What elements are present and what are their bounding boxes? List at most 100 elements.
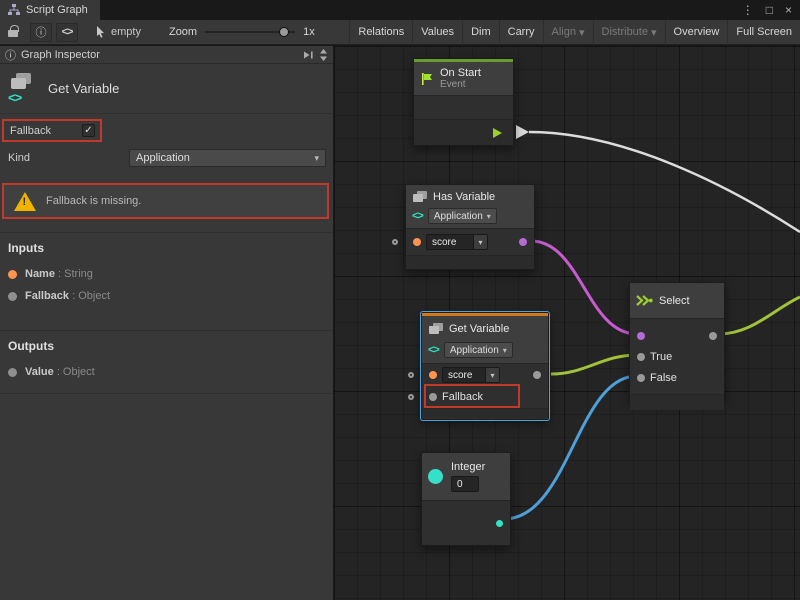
control-wire[interactable] bbox=[529, 132, 800, 232]
object-port-icon bbox=[8, 292, 17, 301]
string-port[interactable] bbox=[413, 238, 421, 246]
carry-button[interactable]: Carry bbox=[499, 20, 543, 45]
false-port-label: False bbox=[650, 372, 677, 384]
wire-start-arrow-icon bbox=[516, 125, 529, 139]
chevron-down-icon: ▾ bbox=[478, 238, 482, 247]
node-title: Select bbox=[659, 295, 690, 307]
node-integer[interactable]: Integer 0 bbox=[421, 452, 511, 546]
fallback-option-row: Fallback ✓ bbox=[2, 119, 102, 142]
info-icon: ⓘ bbox=[5, 47, 16, 63]
graph-canvas[interactable]: On Start Event Has Variable <> bbox=[334, 46, 800, 600]
true-port[interactable] bbox=[637, 353, 645, 361]
output-row-value: Value : Object bbox=[8, 361, 325, 383]
node-title: Has Variable bbox=[433, 191, 495, 203]
inspector-toggle-button[interactable]: ⓘ bbox=[30, 23, 52, 42]
kind-dropdown[interactable]: Application ▾ bbox=[129, 149, 326, 167]
false-port[interactable] bbox=[637, 374, 645, 382]
values-button[interactable]: Values bbox=[412, 20, 462, 45]
dim-button[interactable]: Dim bbox=[462, 20, 499, 45]
distribute-button: Distribute▾ bbox=[593, 20, 665, 45]
variable-name-dropdown[interactable]: ▾ bbox=[474, 234, 488, 250]
zoom-slider-handle[interactable] bbox=[279, 27, 289, 37]
graph-inspector-title: Graph Inspector bbox=[21, 49, 100, 61]
flow-output-port[interactable] bbox=[493, 128, 502, 138]
chevron-down-icon: ▾ bbox=[651, 26, 657, 39]
kind-value: Application bbox=[136, 152, 190, 164]
script-graph-icon bbox=[8, 4, 20, 16]
variable-kind-dropdown[interactable]: Application ▾ bbox=[428, 208, 497, 224]
zoom-slider[interactable] bbox=[205, 31, 295, 33]
warning-text: Fallback is missing. bbox=[46, 195, 141, 207]
true-port-label: True bbox=[650, 351, 672, 363]
maximize-icon[interactable]: □ bbox=[766, 3, 773, 17]
unconnected-fallback-port[interactable] bbox=[408, 394, 414, 400]
unconnected-input-port[interactable] bbox=[408, 372, 414, 378]
integer-icon bbox=[428, 469, 443, 484]
integer-value-field[interactable]: 0 bbox=[451, 476, 479, 492]
lock-icon[interactable] bbox=[8, 30, 18, 37]
inspected-unit-title: Get Variable bbox=[48, 81, 119, 96]
graph-toolbar: ⓘ <> empty Zoom 1x Relations Values Dim … bbox=[0, 20, 800, 45]
variable-name-dropdown[interactable]: ▾ bbox=[486, 367, 500, 383]
overview-button[interactable]: Overview bbox=[665, 20, 728, 45]
outputs-title: Outputs bbox=[8, 339, 325, 353]
condition-port[interactable] bbox=[637, 332, 645, 340]
variable-name-field[interactable]: score bbox=[442, 367, 486, 383]
fallback-port-label: Fallback bbox=[442, 391, 483, 403]
titlebar: Script Graph ⋮ □ × bbox=[0, 0, 800, 20]
selection-output-port[interactable] bbox=[709, 332, 717, 340]
get-variable-icon: <> bbox=[8, 73, 36, 105]
flag-icon bbox=[420, 72, 434, 86]
variable-name-field[interactable]: score bbox=[426, 234, 474, 250]
align-button: Align▾ bbox=[543, 20, 593, 45]
close-icon[interactable]: × bbox=[785, 3, 792, 17]
tab-script-graph[interactable]: Script Graph bbox=[0, 0, 100, 20]
code-icon: <> bbox=[412, 210, 423, 222]
variables-icon bbox=[412, 191, 428, 204]
inputs-title: Inputs bbox=[8, 241, 325, 255]
int-output-port[interactable] bbox=[496, 520, 503, 527]
node-has-variable[interactable]: Has Variable <> Application ▾ score ▾ bbox=[405, 184, 535, 270]
select-output-wire[interactable] bbox=[719, 297, 800, 334]
kind-row: Kind Application ▾ bbox=[0, 148, 333, 168]
outputs-section: Outputs Value : Object bbox=[0, 330, 333, 394]
code-icon: <> bbox=[428, 344, 439, 356]
select-icon bbox=[636, 294, 653, 307]
kind-label: Kind bbox=[8, 152, 30, 164]
chevron-down-icon: ▾ bbox=[579, 26, 585, 39]
fallback-port[interactable] bbox=[429, 393, 437, 401]
fallback-checkbox[interactable]: ✓ bbox=[82, 124, 95, 137]
dock-icon[interactable] bbox=[303, 50, 314, 60]
node-title: On Start bbox=[440, 67, 481, 79]
tab-title: Script Graph bbox=[26, 4, 88, 16]
inputs-section: Inputs Name : String Fallback : Object bbox=[0, 232, 333, 317]
inspected-unit-header: <> Get Variable bbox=[0, 64, 333, 114]
node-title: Integer bbox=[451, 461, 485, 473]
node-get-variable[interactable]: Get Variable <> Application ▾ score ▾ bbox=[421, 312, 549, 420]
code-view-button[interactable]: <> bbox=[56, 23, 78, 42]
chevron-down-icon: ▾ bbox=[314, 153, 319, 164]
graph-inspector-panel: ⓘ Graph Inspector <> Get Variable Fallba… bbox=[0, 46, 334, 600]
more-menu-icon[interactable]: ⋮ bbox=[742, 3, 754, 17]
node-select[interactable]: Select True False bbox=[629, 282, 725, 400]
graph-inspector-header: ⓘ Graph Inspector bbox=[0, 46, 333, 64]
cursor-icon bbox=[96, 26, 106, 38]
code-icon: <> bbox=[62, 26, 73, 38]
script-graph-window: Script Graph ⋮ □ × ⓘ <> empty Zoom 1x bbox=[0, 0, 800, 600]
warning-icon bbox=[14, 192, 36, 211]
expand-collapse-icon[interactable] bbox=[319, 49, 328, 61]
string-port-icon bbox=[8, 270, 17, 279]
unconnected-input-port[interactable] bbox=[392, 239, 398, 245]
variable-kind-dropdown[interactable]: Application ▾ bbox=[444, 342, 513, 358]
full-screen-button[interactable]: Full Screen bbox=[727, 20, 800, 45]
node-on-start[interactable]: On Start Event bbox=[413, 58, 514, 146]
value-wire-true[interactable] bbox=[551, 355, 637, 374]
value-output-port[interactable] bbox=[533, 371, 541, 379]
relations-button[interactable]: Relations bbox=[349, 20, 412, 45]
string-port[interactable] bbox=[429, 371, 437, 379]
object-port-icon bbox=[8, 368, 17, 377]
bool-output-port[interactable] bbox=[519, 238, 527, 246]
info-icon: ⓘ bbox=[36, 24, 47, 40]
fallback-option-label: Fallback bbox=[10, 125, 51, 137]
node-title: Get Variable bbox=[449, 323, 509, 335]
